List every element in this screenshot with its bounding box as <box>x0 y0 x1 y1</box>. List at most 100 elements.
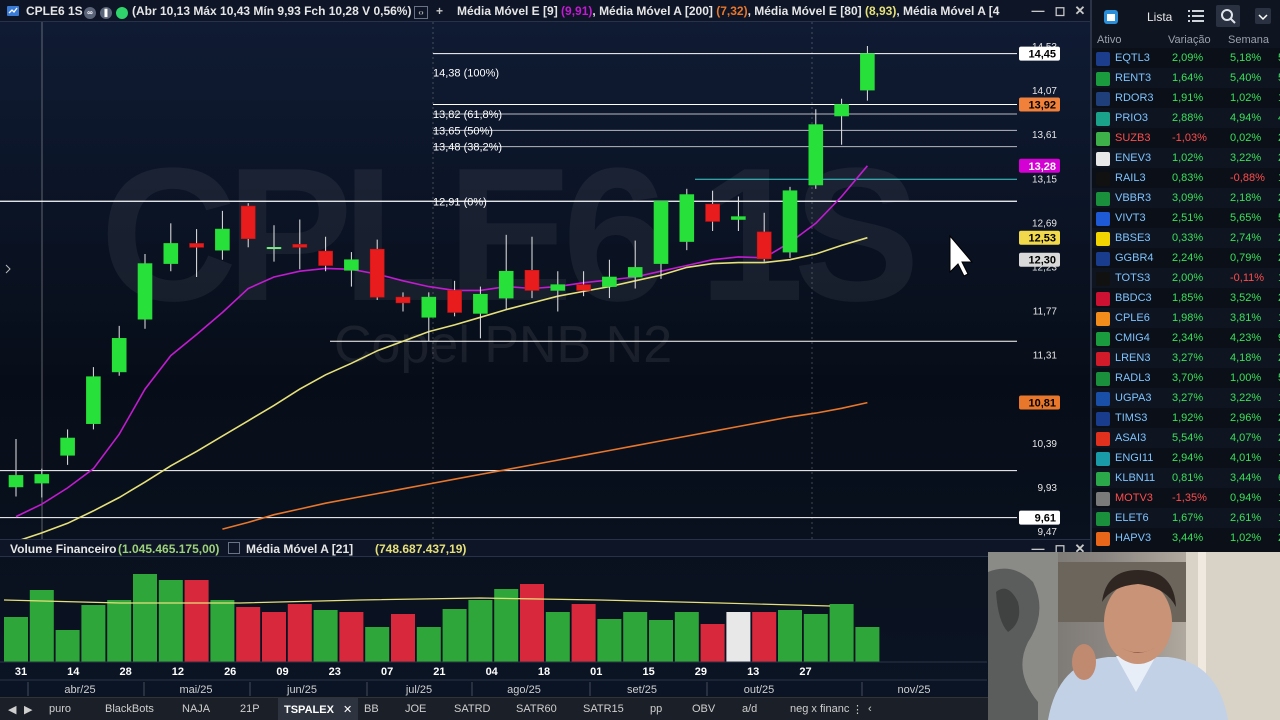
tab-satrd[interactable]: SATRD <box>454 703 490 715</box>
candle <box>860 46 875 101</box>
volume-bar <box>855 627 880 662</box>
search-icon[interactable] <box>1216 5 1240 27</box>
watchlist-row[interactable]: HAPV33,44%1,02%2 <box>1092 528 1280 548</box>
asset-variation: 2,09% <box>1172 52 1204 64</box>
tab-bb[interactable]: BB <box>364 703 379 715</box>
asset-week: 3,22% <box>1230 152 1262 164</box>
watchlist-row[interactable]: BBSE30,33%2,74%2 <box>1092 228 1280 248</box>
watchlist-row[interactable]: PRIO32,88%4,94%4 <box>1092 108 1280 128</box>
tab-more-icon[interactable]: ⋮ <box>852 703 863 716</box>
watchlist-row[interactable]: MOTV3-1,35%0,94%1 <box>1092 488 1280 508</box>
watchlist-row[interactable]: GGBR42,24%0,79%2 <box>1092 248 1280 268</box>
watchlist-row[interactable]: RENT31,64%5,40%5 <box>1092 68 1280 88</box>
watchlist-row[interactable]: ENEV31,02%3,22%2 <box>1092 148 1280 168</box>
indicator-legend: Média Móvel E [9] (9,91), Média Móvel A … <box>457 4 999 18</box>
watchlist-row[interactable]: BBDC31,85%3,52%2 <box>1092 288 1280 308</box>
asset-week: -0,11% <box>1230 272 1265 284</box>
minimize-icon[interactable]: — <box>1030 3 1046 19</box>
volume-ma-value: (748.687.437,19) <box>375 542 467 556</box>
watchlist-row[interactable]: SUZB3-1,03%0,02%2 <box>1092 128 1280 148</box>
col-ativo[interactable]: Ativo <box>1097 34 1121 46</box>
volume-header: Volume Financeiro (1.045.465.175,00) Méd… <box>0 539 1090 557</box>
watchlist-app-icon[interactable] <box>1102 8 1120 31</box>
tab-scroll-right-icon[interactable]: ▶ <box>24 703 32 716</box>
chart-menu-icon[interactable] <box>6 4 20 21</box>
watchlist-row[interactable]: EQTL32,09%5,18%5 <box>1092 48 1280 68</box>
asset-week: 1,00% <box>1230 372 1262 384</box>
asset-logo-icon <box>1096 232 1110 246</box>
volume-bar <box>236 607 261 662</box>
asset-variation: -1,35% <box>1172 492 1207 504</box>
maximize-icon[interactable]: ◻ <box>1052 3 1068 19</box>
watchlist-row[interactable]: KLBN110,81%3,44%6 <box>1092 468 1280 488</box>
watchlist-title[interactable]: Lista <box>1147 10 1172 24</box>
month-tick-label: jul/25 <box>405 684 432 696</box>
expand-panel-icon <box>5 264 11 274</box>
candle-body <box>318 250 333 266</box>
tab-tspalex[interactable]: TSPALEX ✕ <box>278 698 359 720</box>
watchlist-row[interactable]: LREN33,27%4,18%2 <box>1092 348 1280 368</box>
symbol-label[interactable]: CPLE6 1S <box>26 4 83 18</box>
watchlist-row[interactable]: TIMS31,92%2,96%2 <box>1092 408 1280 428</box>
tab-ad[interactable]: a/d <box>742 703 757 715</box>
candle <box>86 367 101 430</box>
tab-close-icon[interactable]: ✕ <box>343 704 352 716</box>
asset-variation: 1,02% <box>1172 152 1204 164</box>
asset-variation: 2,34% <box>1172 332 1204 344</box>
collapse-icon[interactable]: ‹› <box>414 4 428 19</box>
col-variacao[interactable]: Variação <box>1168 34 1211 46</box>
tab-21p[interactable]: 21P <box>240 703 260 715</box>
tab-pp[interactable]: pp <box>650 703 662 715</box>
asset-logo-icon <box>1096 92 1110 106</box>
candle <box>782 186 798 258</box>
watchlist-row[interactable]: RAIL30,83%-0,88%1 <box>1092 168 1280 188</box>
watchlist-row[interactable]: TOTS32,00%-0,11%1 <box>1092 268 1280 288</box>
asset-variation: 3,27% <box>1172 352 1204 364</box>
price-tag: 13,92 <box>1019 97 1060 112</box>
tab-puro[interactable]: puro <box>49 703 71 715</box>
tab-satr60[interactable]: SATR60 <box>516 703 557 715</box>
price-tick-label: 11,77 <box>1033 307 1058 318</box>
asset-ticker: MOTV3 <box>1115 492 1153 504</box>
tab-obv[interactable]: OBV <box>692 703 715 715</box>
link-icon[interactable]: ∞ <box>84 5 96 19</box>
tab-scroll-left-icon[interactable]: ◀ <box>8 703 16 716</box>
watchlist-row[interactable]: ENGI112,94%4,01%1 <box>1092 448 1280 468</box>
asset-variation: 1,98% <box>1172 312 1204 324</box>
tab-joe[interactable]: JOE <box>405 703 426 715</box>
tab-naja[interactable]: NAJA <box>182 703 210 715</box>
asset-week: 2,74% <box>1230 232 1262 244</box>
watchlist-row[interactable]: RDOR31,91%1,02%1 <box>1092 88 1280 108</box>
more-options-icon[interactable] <box>1254 7 1272 30</box>
candle-body <box>395 296 411 304</box>
tab-neg-x-financ[interactable]: neg x financ <box>790 703 849 715</box>
tab-satr15[interactable]: SATR15 <box>583 703 624 715</box>
watchlist-row[interactable]: ASAI35,54%4,07%2 <box>1092 428 1280 448</box>
watchlist-row[interactable]: UGPA33,27%3,22%1 <box>1092 388 1280 408</box>
price-chart[interactable]: CPLE6 1SCopel PNB N214,38 (100%)13,82 (6… <box>0 22 1090 539</box>
watchlist-row[interactable]: VIVT32,51%5,65%5 <box>1092 208 1280 228</box>
volume-chart[interactable]: 31 14 28 12 26 09 23 07 21 04 18 01 15 29 13 27 abr/25 ma… <box>0 557 1090 697</box>
pause-icon[interactable]: ❚ <box>100 5 112 19</box>
candle-body <box>266 246 282 250</box>
add-indicator-icon[interactable]: + <box>436 4 443 18</box>
asset-logo-icon <box>1096 392 1110 406</box>
asset-variation: 3,27% <box>1172 392 1204 404</box>
candle-body <box>860 53 875 91</box>
watchlist-row[interactable]: ELET61,67%2,61%1 <box>1092 508 1280 528</box>
list-view-icon[interactable] <box>1188 9 1204 28</box>
asset-variation: 2,94% <box>1172 452 1204 464</box>
presenter-video <box>988 552 1280 720</box>
watchlist-row[interactable]: CPLE61,98%3,81%1 <box>1092 308 1280 328</box>
close-icon[interactable]: ✕ <box>1072 3 1088 19</box>
volume-bar <box>210 600 235 662</box>
watchlist-row[interactable]: CMIG42,34%4,23%9 <box>1092 328 1280 348</box>
watchlist-row[interactable]: VBBR33,09%2,18%2 <box>1092 188 1280 208</box>
trading-app: CPLE6 1S ∞ ❚ (Abr 10,13 Máx 10,43 Mín 9,… <box>0 0 1280 720</box>
col-semana[interactable]: Semana <box>1228 34 1269 46</box>
tab-prev-icon[interactable]: ‹ <box>868 703 872 715</box>
volume-collapse-icon[interactable] <box>228 542 240 557</box>
asset-logo-icon <box>1096 472 1110 486</box>
watchlist-row[interactable]: RADL33,70%1,00%5 <box>1092 368 1280 388</box>
tab-blackbots[interactable]: BlackBots <box>105 703 154 715</box>
